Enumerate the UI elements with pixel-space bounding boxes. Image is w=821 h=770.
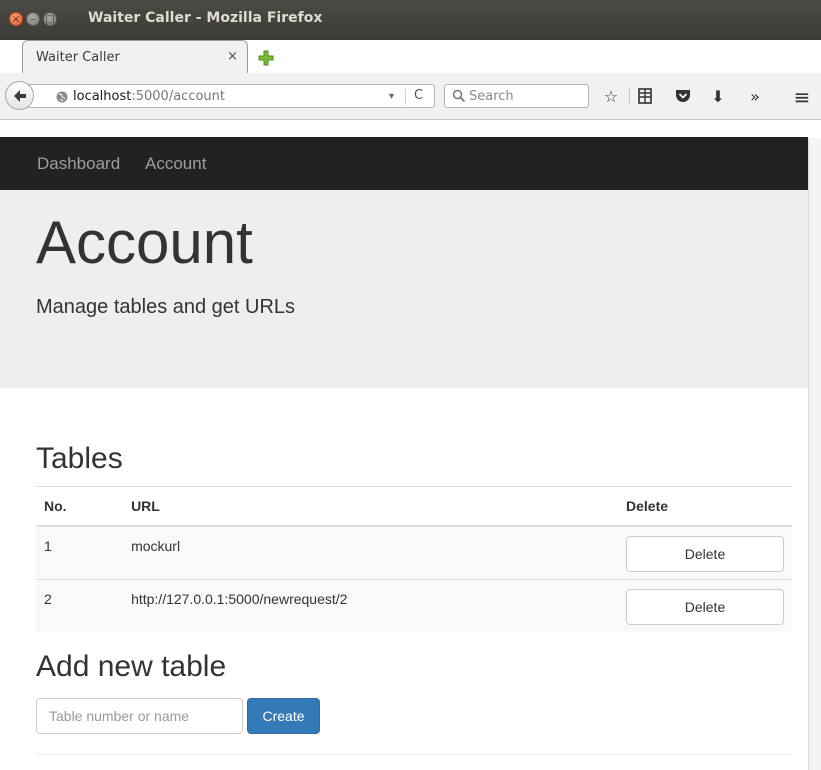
search-icon (452, 89, 466, 103)
search-bar[interactable]: Search (444, 84, 589, 108)
globe-icon (56, 91, 68, 103)
search-placeholder: Search (469, 89, 514, 104)
tables-heading: Tables (36, 442, 123, 475)
delete-button[interactable]: Delete (626, 536, 784, 572)
row-number: 2 (44, 591, 52, 607)
back-arrow-icon (13, 89, 26, 102)
tab-close-icon[interactable]: × (227, 49, 238, 64)
window-titlebar: × – □ Waiter Caller - Mozilla Firefox (0, 0, 821, 40)
page-scrollbar[interactable] (808, 138, 821, 770)
page-content: Dashboard Account Account Manage tables … (0, 120, 808, 770)
footer-divider (36, 754, 792, 755)
row-url: http://127.0.0.1:5000/newrequest/2 (131, 591, 348, 607)
pocket-icon[interactable] (674, 87, 692, 105)
table-row: 1 mockurl Delete (36, 525, 792, 580)
column-header-delete: Delete (618, 486, 792, 527)
table-cell-url: mockurl (123, 525, 618, 580)
add-table-heading: Add new table (36, 650, 227, 683)
url-host: localhost (73, 89, 132, 104)
url-path: :5000/account (131, 89, 225, 104)
reload-icon[interactable]: C (414, 88, 423, 103)
jumbotron: Account Manage tables and get URLs (0, 190, 808, 388)
table-cell-no: 2 (36, 579, 124, 632)
nav-link-dashboard[interactable]: Dashboard (37, 154, 120, 174)
tables-table: No. URL Delete 1 mockurl Delete 2 http:/… (36, 486, 792, 632)
table-name-input[interactable] (36, 698, 243, 734)
table-cell-url: http://127.0.0.1:5000/newrequest/2 (123, 579, 618, 632)
tab-label: Waiter Caller (36, 50, 120, 65)
table-cell-delete: Delete (618, 579, 792, 632)
url-bar[interactable]: localhost:5000/account ▾ C (28, 84, 435, 108)
row-number: 1 (44, 538, 52, 554)
create-button[interactable]: Create (247, 698, 320, 734)
overflow-chevron-icon[interactable]: » (745, 87, 765, 107)
window-minimize-button[interactable]: – (26, 12, 40, 26)
window-maximize-button[interactable]: □ (43, 12, 57, 26)
site-navbar: Dashboard Account (0, 137, 808, 190)
download-icon[interactable]: ⬇ (708, 87, 728, 107)
column-header-no: No. (36, 486, 124, 527)
row-url: mockurl (131, 538, 181, 554)
page-title: Account (36, 209, 253, 276)
page-subtitle: Manage tables and get URLs (36, 296, 296, 318)
toolbar-separator (629, 87, 630, 105)
table-cell-delete: Delete (618, 525, 792, 580)
bookmarks-library-icon[interactable] (636, 87, 654, 105)
bookmark-star-icon[interactable]: ☆ (601, 87, 621, 107)
delete-button[interactable]: Delete (626, 589, 784, 625)
hamburger-menu-icon[interactable]: ≡ (792, 87, 812, 107)
browser-tab[interactable]: Waiter Caller × (22, 40, 248, 73)
window-close-button[interactable]: × (9, 12, 23, 26)
window-title: Waiter Caller - Mozilla Firefox (88, 10, 323, 26)
column-header-url: URL (123, 486, 618, 527)
table-row: 2 http://127.0.0.1:5000/newrequest/2 Del… (36, 579, 792, 632)
back-button[interactable] (5, 81, 34, 110)
url-dropdown-icon[interactable]: ▾ (389, 91, 394, 102)
table-header-row: No. URL Delete (36, 486, 792, 527)
browser-navbar: localhost:5000/account ▾ C Search ☆ ⬇ » … (0, 73, 821, 120)
nav-link-account[interactable]: Account (145, 154, 206, 174)
new-tab-plus-icon[interactable] (258, 50, 274, 66)
url-separator (405, 89, 406, 105)
url-text: localhost:5000/account (73, 89, 225, 104)
table-cell-no: 1 (36, 525, 124, 580)
